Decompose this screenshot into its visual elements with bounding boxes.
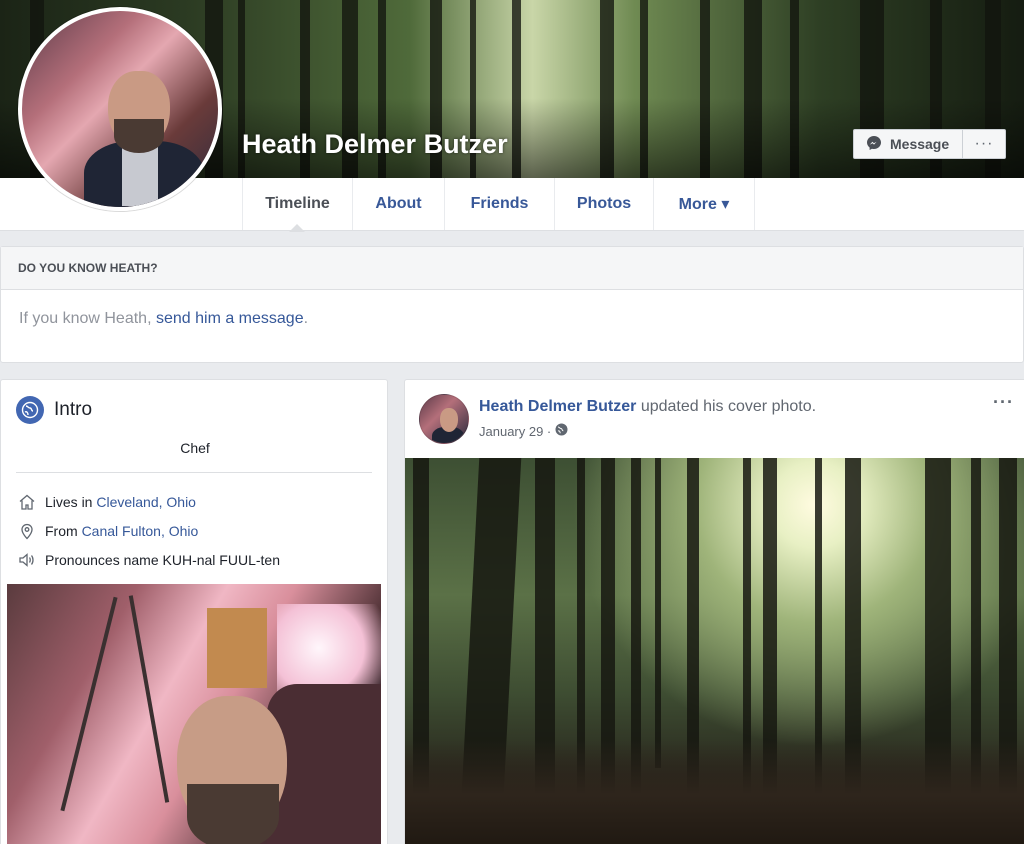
- message-label: Message: [890, 136, 950, 152]
- more-actions-button[interactable]: ···: [963, 129, 1006, 159]
- pronounce-text: Pronounces name KUH-nal FUUL-ten: [45, 552, 280, 568]
- message-button[interactable]: Message: [853, 129, 963, 159]
- send-message-link[interactable]: send him a message: [156, 310, 304, 327]
- featured-photo[interactable]: [7, 584, 381, 844]
- tab-timeline[interactable]: Timeline: [242, 178, 353, 230]
- post-author-avatar[interactable]: [419, 394, 469, 444]
- post-meta: January 29 ·: [479, 423, 568, 439]
- from-prefix: From: [45, 523, 82, 539]
- tab-about[interactable]: About: [353, 178, 445, 230]
- intro-card: Intro Chef Lives in Cleveland, Ohio From…: [0, 379, 388, 844]
- from-row: From Canal Fulton, Ohio: [17, 521, 198, 541]
- intro-title: Intro: [54, 399, 93, 420]
- from-link[interactable]: Canal Fulton, Ohio: [82, 523, 199, 539]
- post-date[interactable]: January 29 ·: [479, 424, 551, 439]
- pronounce-row: Pronounces name KUH-nal FUUL-ten: [17, 550, 280, 570]
- post-cover-image[interactable]: [405, 458, 1024, 844]
- post-options-button[interactable]: ···: [993, 392, 1014, 413]
- profile-avatar[interactable]: [18, 7, 222, 211]
- lives-in-prefix: Lives in: [45, 494, 97, 510]
- know-person-box: DO YOU KNOW HEATH? If you know Heath, se…: [0, 246, 1024, 363]
- active-tab-indicator: [289, 224, 305, 232]
- lives-in-link[interactable]: Cleveland, Ohio: [96, 494, 196, 510]
- messenger-icon: [866, 135, 882, 154]
- tab-more[interactable]: More ▾: [654, 178, 755, 230]
- know-body: If you know Heath, send him a message.: [1, 290, 1023, 328]
- divider: [16, 472, 372, 473]
- tab-friends[interactable]: Friends: [445, 178, 555, 230]
- know-heading: DO YOU KNOW HEATH?: [1, 247, 1023, 290]
- intro-header: Intro: [16, 396, 92, 424]
- timeline-post: Heath Delmer Butzer updated his cover ph…: [404, 379, 1024, 844]
- lives-in-row: Lives in Cleveland, Ohio: [17, 492, 196, 512]
- post-author-link[interactable]: Heath Delmer Butzer: [479, 398, 636, 415]
- home-icon: [17, 492, 37, 512]
- profile-name[interactable]: Heath Delmer Butzer: [242, 129, 508, 160]
- location-pin-icon: [17, 521, 37, 541]
- intro-bio: Chef: [180, 440, 210, 456]
- post-headline: Heath Delmer Butzer updated his cover ph…: [479, 398, 816, 416]
- know-text: If you know Heath,: [19, 310, 156, 327]
- know-suffix: .: [303, 310, 309, 327]
- speaker-icon[interactable]: [17, 550, 37, 570]
- public-globe-icon[interactable]: [555, 423, 568, 439]
- globe-icon: [16, 396, 44, 424]
- tab-photos[interactable]: Photos: [555, 178, 654, 230]
- post-action: updated his cover photo.: [636, 398, 817, 415]
